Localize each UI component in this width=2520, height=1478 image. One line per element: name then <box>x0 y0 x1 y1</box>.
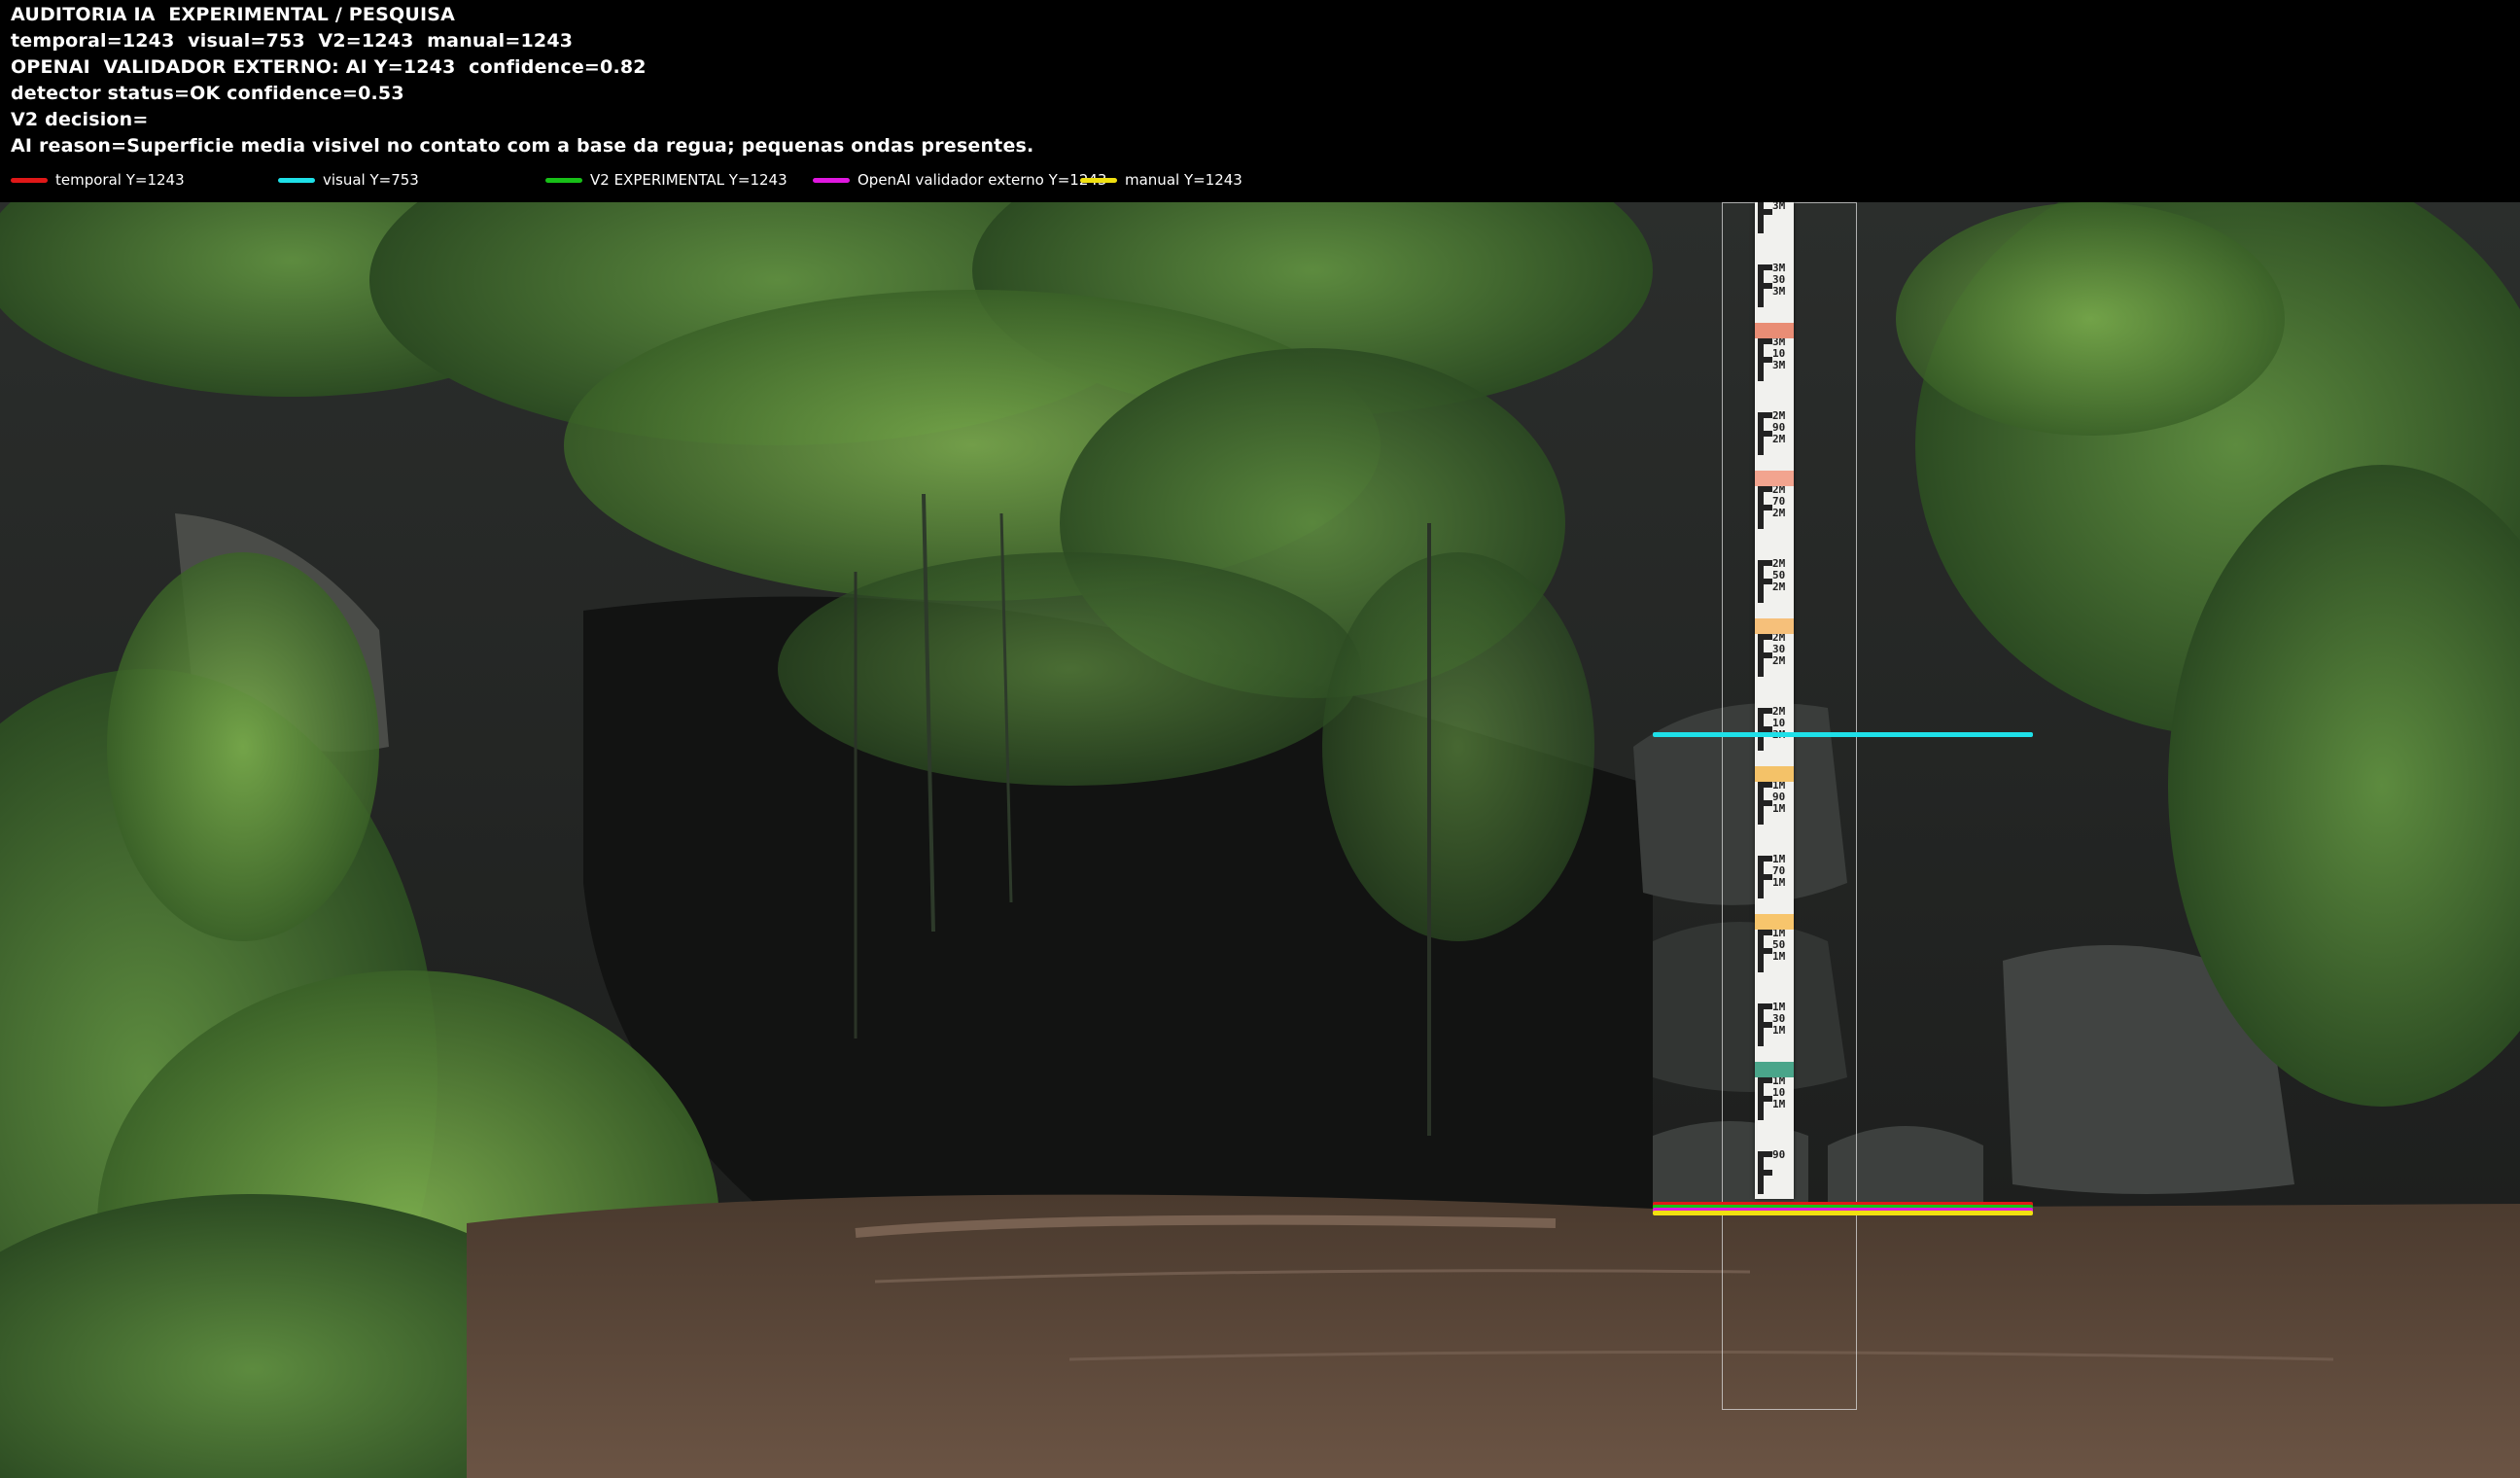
legend-manual: manual Y=1243 <box>1080 171 1242 191</box>
gauge-e-mark <box>1758 264 1772 307</box>
visual-level-line <box>1653 732 2033 737</box>
legend-openai-swatch <box>813 178 850 183</box>
river-water <box>467 1194 2520 1478</box>
gauge-label: 1M 70 1M <box>1772 853 1786 889</box>
audit-header-panel: AUDITORIA IA EXPERIMENTAL / PESQUISA tem… <box>0 0 2520 202</box>
gauge-color-band <box>1755 618 1794 634</box>
v2-decision-line: V2 decision= <box>11 109 149 130</box>
gauge-label: 2M 30 2M <box>1772 631 1786 667</box>
gauge-e-mark <box>1758 930 1772 972</box>
gauge-segment: 3M 10 3M <box>1755 331 1794 405</box>
camera-frame: 503M 3M303M 3M103M 2M902M 2M702M 2M502M 2M302M… <box>0 202 2520 1478</box>
gauge-color-band <box>1755 323 1794 338</box>
gauge-segment: 1M 50 1M <box>1755 922 1794 996</box>
gauge-label: 2M 70 2M <box>1772 483 1786 519</box>
gauge-segment: 1M 70 1M <box>1755 848 1794 922</box>
gauge-e-mark <box>1758 560 1772 603</box>
openai-validator-line: OPENAI VALIDADOR EXTERNO: AI Y=1243 conf… <box>11 56 647 78</box>
manual-level-line <box>1653 1211 2033 1215</box>
legend-visual-swatch <box>278 178 315 183</box>
legend-visual: visual Y=753 <box>278 171 419 191</box>
gauge-segment: 2M 50 2M <box>1755 552 1794 626</box>
gauge-e-mark <box>1758 856 1772 898</box>
gauge-segment: 1M 10 1M <box>1755 1070 1794 1144</box>
gauge-e-mark <box>1758 486 1772 529</box>
legend-v2-swatch <box>545 178 582 183</box>
gauge-label: 503M <box>1772 202 1786 212</box>
gauge-segment: 2M 90 2M <box>1755 405 1794 478</box>
gauge-label: 1M 30 1M <box>1772 1001 1786 1037</box>
gauge-label: 3M 10 3M <box>1772 335 1786 371</box>
gauge-label: 2M 50 2M <box>1772 557 1786 593</box>
audit-title: AUDITORIA IA EXPERIMENTAL / PESQUISA <box>11 4 456 25</box>
gauge-segment: 3M 30 3M <box>1755 257 1794 331</box>
gauge-segment: 2M 70 2M <box>1755 478 1794 552</box>
gauge-e-mark <box>1758 1077 1772 1120</box>
gauge-e-mark <box>1758 1003 1772 1046</box>
legend-v2: V2 EXPERIMENTAL Y=1243 <box>545 171 788 191</box>
gauge-segment: 503M <box>1755 202 1794 257</box>
gauge-e-mark <box>1758 202 1772 233</box>
gauge-label: 2M 90 2M <box>1772 409 1786 445</box>
gauge-e-mark <box>1758 338 1772 381</box>
gauge-e-mark <box>1758 412 1772 455</box>
gauge-e-mark <box>1758 782 1772 825</box>
gauge-e-mark <box>1758 634 1772 677</box>
gauge-segment: 1M 30 1M <box>1755 996 1794 1070</box>
measurement-values: temporal=1243 visual=753 V2=1243 manual=… <box>11 30 574 52</box>
legend-openai: OpenAI validador externo Y=1243 <box>813 171 1106 191</box>
gauge-e-mark <box>1758 708 1772 751</box>
gauge-color-band <box>1755 1062 1794 1077</box>
gauge-label: 1M 90 1M <box>1772 779 1786 815</box>
water-level-gauge: 503M 3M303M 3M103M 2M902M 2M702M 2M502M 2M302M… <box>1755 202 1794 1199</box>
legend-temporal: temporal Y=1243 <box>11 171 185 191</box>
river-scene-illustration <box>0 202 2520 1478</box>
gauge-label: 1M 10 1M <box>1772 1074 1786 1110</box>
gauge-e-mark <box>1758 1151 1772 1194</box>
gauge-color-band <box>1755 766 1794 782</box>
ai-reason-line: AI reason=Superficie media visivel no co… <box>11 135 1034 157</box>
gauge-label: 1M 50 1M <box>1772 927 1786 963</box>
gauge-segment: 2M102M <box>1755 700 1794 774</box>
gauge-label: 3M 30 3M <box>1772 262 1786 298</box>
gauge-segment: 2M 30 2M <box>1755 626 1794 700</box>
legend-temporal-swatch <box>11 178 48 183</box>
gauge-label: 90 <box>1772 1148 1786 1161</box>
gauge-color-band <box>1755 471 1794 486</box>
detector-status-line: detector status=OK confidence=0.53 <box>11 83 404 104</box>
gauge-color-band <box>1755 914 1794 930</box>
gauge-segment: 1M 90 1M <box>1755 774 1794 848</box>
legend-manual-swatch <box>1080 178 1117 183</box>
